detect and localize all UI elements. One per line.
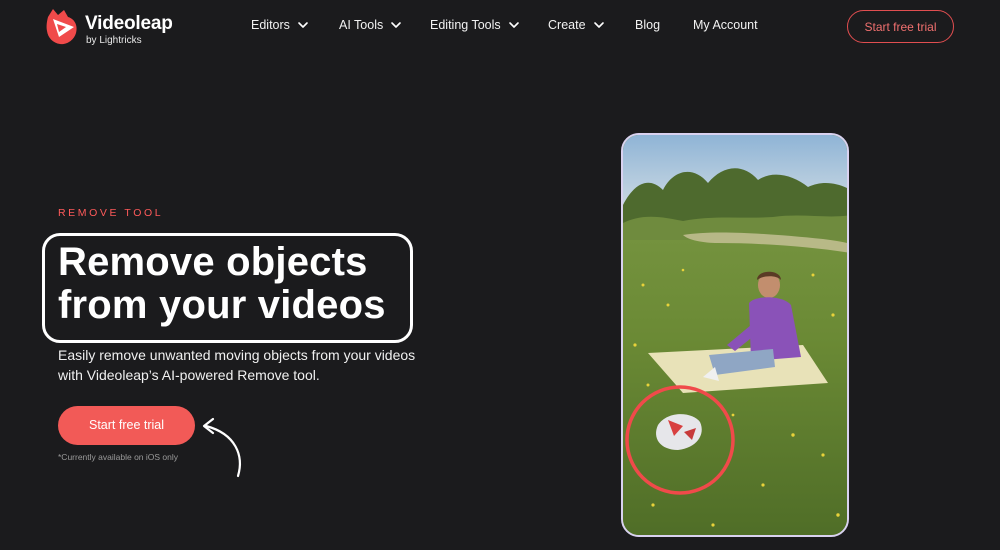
nav-editing-tools-label: Editing Tools [430,18,501,32]
nav-editing-tools[interactable]: Editing Tools [430,18,520,32]
brand-subtitle: by Lightricks [86,35,142,46]
hero-subtitle: Easily remove unwanted moving objects fr… [58,347,416,383]
hero-start-trial-button[interactable]: Start free trial [58,406,195,445]
nav-my-account[interactable]: My Account [693,18,758,32]
nav-ai-tools-label: AI Tools [339,18,384,32]
chevron-down-icon [390,20,402,30]
nav-my-account-label: My Account [693,18,758,32]
ios-availability-note: *Currently available on iOS only [58,452,179,462]
hero-title: Remove objects from your videos [58,241,418,327]
nav-blog-label: Blog [635,18,661,32]
nav-create-label: Create [548,18,586,32]
nav-ai-tools[interactable]: AI Tools [339,18,402,32]
chevron-down-icon [508,20,520,30]
video-preview-phone [621,133,849,537]
video-preview-scene [623,135,847,535]
site-header: Videoleap by Lightricks Editors AI Tools… [0,0,1000,52]
nav-create[interactable]: Create [548,18,605,32]
curved-arrow-icon [202,417,241,478]
nav-editors-label: Editors [251,18,290,32]
header-start-trial-button[interactable]: Start free trial [847,10,954,43]
brand-name: Videoleap [85,13,173,34]
hero-title-line-2: from your videos [58,283,386,327]
videoleap-logo-icon [46,9,77,45]
chevron-down-icon [593,20,605,30]
nav-editors[interactable]: Editors [251,18,309,32]
nav-blog[interactable]: Blog [635,18,660,32]
videoleap-logo[interactable]: Videoleap by Lightricks [44,7,174,49]
hero-eyebrow: REMOVE TOOL [58,207,164,219]
chevron-down-icon [297,20,309,30]
hero-title-line-1: Remove objects [58,240,368,284]
